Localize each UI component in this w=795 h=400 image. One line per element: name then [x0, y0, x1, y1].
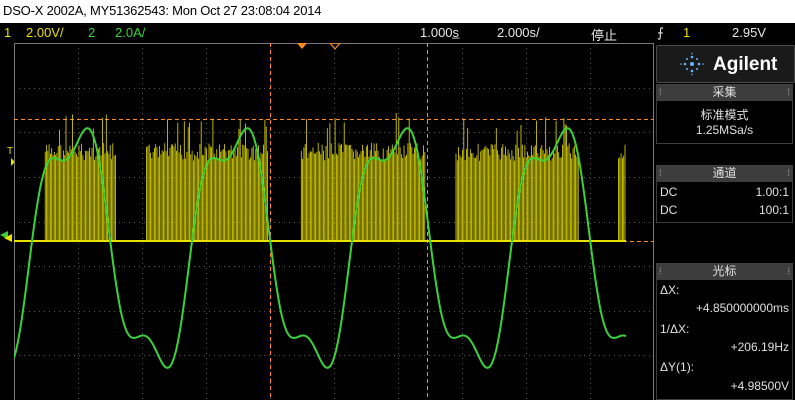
window-title: DSO-X 2002A, MY51362543: Mon Oct 27 23:0…: [3, 3, 322, 18]
acquire-title: 采集: [712, 85, 737, 99]
cursors-title: 光标: [712, 264, 737, 278]
right-panel: Agilent ⁞ 采集 ⁞ 标准模式 1.25MSa/s ⁞ 通道 ⁞ DC 1.00…: [654, 43, 795, 400]
run-state[interactable]: 停止: [591, 25, 617, 44]
ch2-coupling: DC: [660, 203, 678, 217]
trigger-arrow-icon: [11, 158, 14, 166]
graticule: [14, 43, 654, 400]
sample-rate: 1.25MSa/s: [695, 123, 754, 137]
horizontal-delay[interactable]: 1.000s̲: [420, 25, 459, 40]
left-markers: T: [0, 146, 14, 242]
ch2-probe-ratio: 100:1: [758, 203, 789, 217]
ch2-number[interactable]: 2: [88, 25, 95, 40]
ch1-probe-ratio: 1.00:1: [755, 185, 789, 199]
ch1-coupling: DC: [660, 185, 678, 199]
ch1-number[interactable]: 1: [4, 25, 11, 40]
acquire-section[interactable]: 标准模式 1.25MSa/s: [656, 100, 793, 144]
channels-section[interactable]: DC 1.00:1 DC 100:1: [656, 181, 793, 223]
top-markers: [297, 43, 341, 50]
agilent-spark-icon: [680, 52, 704, 76]
trigger-slope-icon[interactable]: ⨍: [657, 25, 664, 41]
trigger-source[interactable]: 1: [683, 25, 690, 40]
trigger-level-marker-icon: T: [7, 146, 13, 157]
channels-title: 通道: [712, 166, 737, 180]
delta-x-value: +4.850000000ms: [695, 301, 789, 315]
timebase-scale[interactable]: 2.000s/: [497, 25, 540, 40]
brand-name: Agilent: [713, 54, 778, 75]
acquire-header: ⁞ 采集 ⁞: [656, 84, 793, 100]
title-bar: DSO-X 2002A, MY51362543: Mon Oct 27 23:0…: [0, 0, 795, 23]
inv-delta-x-value: +206.19Hz: [730, 340, 789, 354]
channels-header: ⁞ 通道 ⁞: [656, 165, 793, 181]
status-bar: 1 2.00V/ 2 2.0A/ 1.000s̲ 2.000s/ 停止 ⨍ 1 …: [0, 23, 795, 43]
cursors-section[interactable]: ΔX: +4.850000000ms 1/ΔX: +206.19Hz ΔY(1)…: [656, 279, 793, 400]
trigger-position-marker-icon: [297, 43, 307, 49]
delay-marker-icon: [329, 43, 341, 50]
ch2-scale[interactable]: 2.0A/: [115, 25, 145, 40]
cursors-header: ⁞ 光标 ⁞: [656, 263, 793, 279]
delta-x-label: ΔX:: [660, 283, 680, 297]
delta-y-value: +4.98500V: [730, 379, 789, 393]
inv-delta-x-label: 1/ΔX:: [660, 322, 690, 336]
trigger-level[interactable]: 2.95V: [732, 25, 766, 40]
ch1-scale[interactable]: 2.00V/: [26, 25, 64, 40]
acquire-mode: 标准模式: [700, 108, 749, 122]
agilent-logo: Agilent: [656, 45, 795, 83]
delta-y-label: ΔY(1):: [660, 360, 695, 374]
waveform-display[interactable]: [14, 43, 654, 400]
